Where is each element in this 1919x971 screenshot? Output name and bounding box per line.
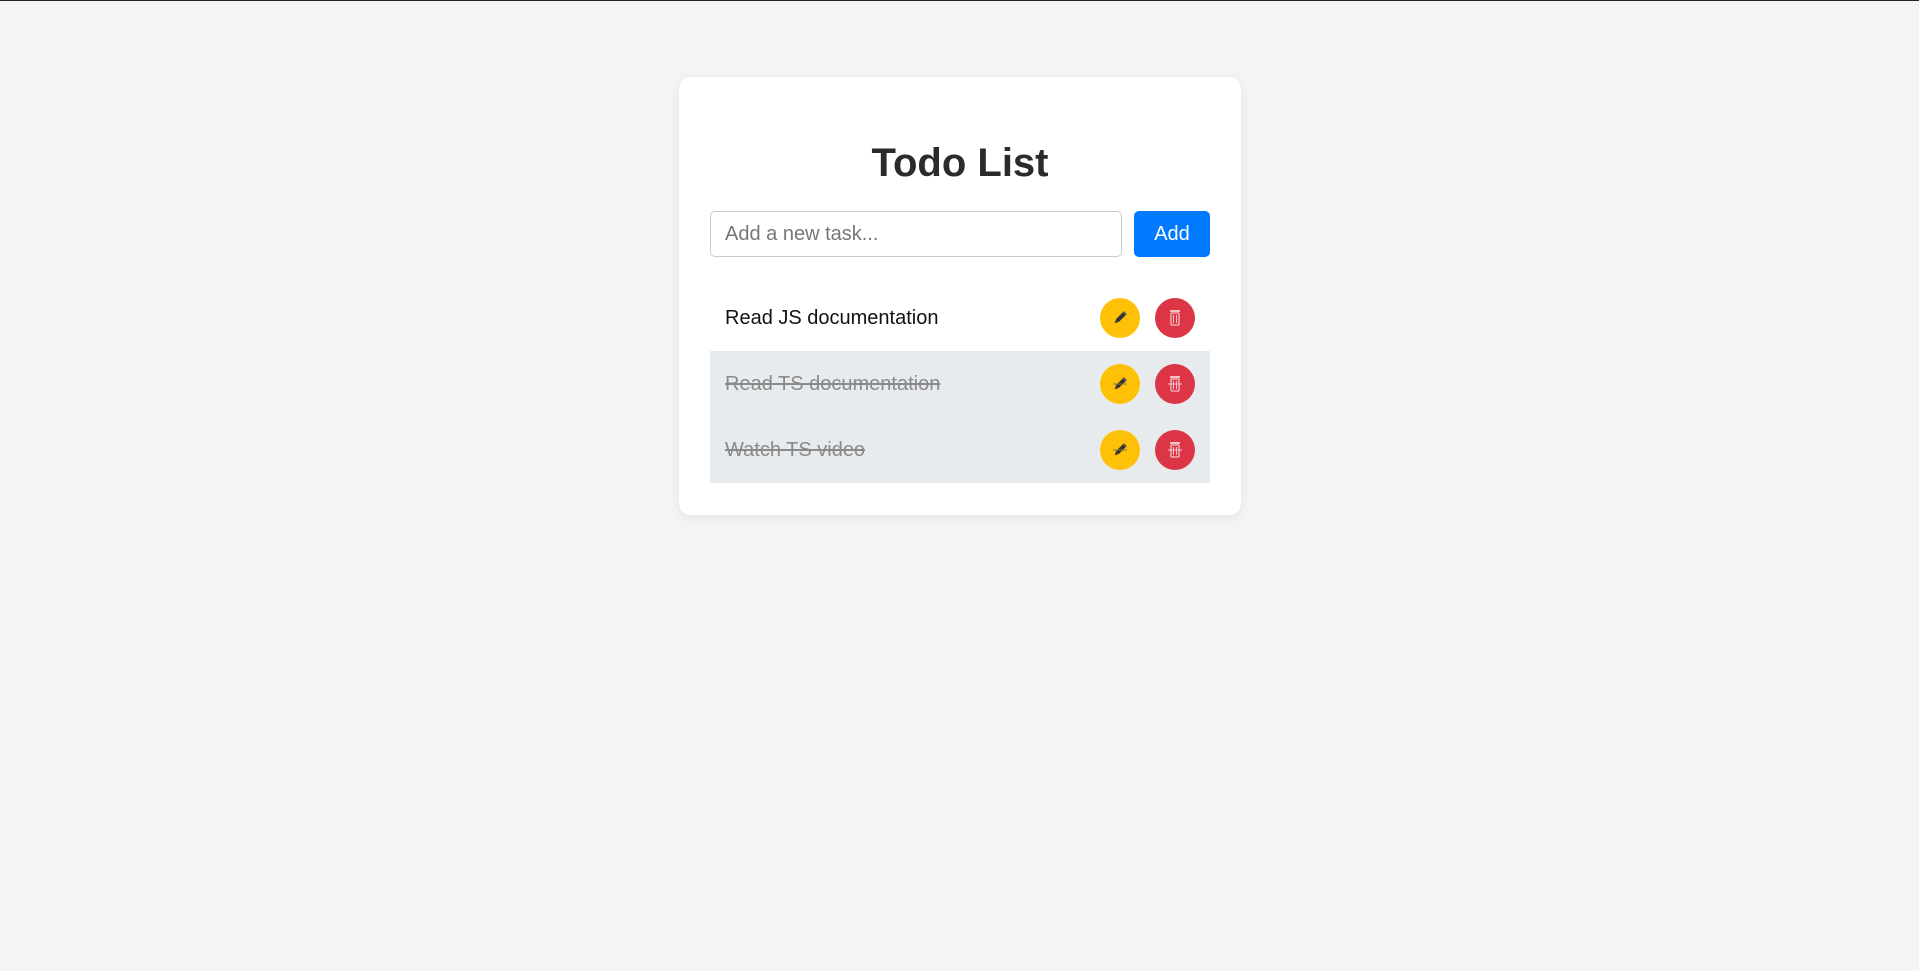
delete-task-button[interactable] xyxy=(1155,430,1195,470)
new-task-input[interactable] xyxy=(710,211,1122,257)
pencil-icon xyxy=(1113,377,1127,390)
trash-icon xyxy=(1168,376,1182,392)
delete-task-button[interactable] xyxy=(1155,298,1195,338)
task-item[interactable]: Read JS documentation xyxy=(710,285,1210,351)
trash-icon xyxy=(1170,310,1180,326)
task-item[interactable]: Read TS documentation xyxy=(710,351,1210,417)
task-item[interactable]: Watch TS video xyxy=(710,417,1210,483)
edit-task-button[interactable] xyxy=(1100,430,1140,470)
new-task-row: Add xyxy=(710,211,1210,257)
todo-card: Todo List Add Read JS documentation xyxy=(679,77,1241,515)
pencil-icon xyxy=(1113,443,1127,456)
edit-task-button[interactable] xyxy=(1100,364,1140,404)
trash-icon xyxy=(1168,442,1182,458)
edit-task-button[interactable] xyxy=(1100,298,1140,338)
add-task-button[interactable]: Add xyxy=(1134,211,1210,257)
page-title: Todo List xyxy=(871,141,1049,185)
task-text[interactable]: Watch TS video xyxy=(725,439,1100,462)
task-list: Read JS documentation Read TS documentat… xyxy=(710,285,1210,483)
pencil-icon xyxy=(1114,311,1127,324)
task-text[interactable]: Read JS documentation xyxy=(725,307,1100,330)
delete-task-button[interactable] xyxy=(1155,364,1195,404)
task-text[interactable]: Read TS documentation xyxy=(725,373,1100,396)
